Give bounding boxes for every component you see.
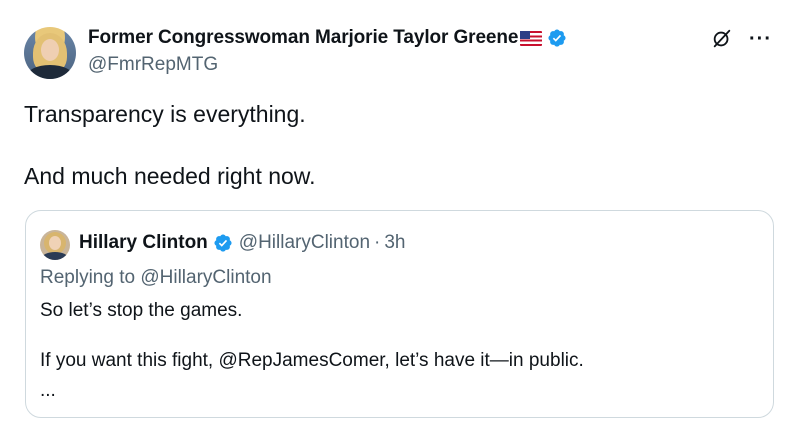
replying-to-mention[interactable]: @HillaryClinton xyxy=(140,267,271,288)
quoted-text-line-1: So let’s stop the games. xyxy=(40,300,243,321)
quoted-author-handle[interactable]: @HillaryClinton xyxy=(239,232,370,254)
tweet-text-line-2: And much needed right now. xyxy=(24,163,316,189)
quoted-timestamp[interactable]: 3h xyxy=(384,232,405,254)
quoted-text-ellipsis: ... xyxy=(40,380,56,401)
author-handle[interactable]: @FmrRepMTG xyxy=(88,54,218,76)
tweet-text-line-1: Transparency is everything. xyxy=(24,101,306,127)
quoted-author-avatar[interactable] xyxy=(40,230,70,260)
quoted-separator: · xyxy=(374,232,381,253)
tweet-top-actions: ··· xyxy=(711,28,772,50)
avatar-face xyxy=(41,39,59,61)
quoted-author-name[interactable]: Hillary Clinton xyxy=(79,232,208,254)
author-name-row[interactable]: Former Congresswoman Marjorie Taylor Gre… xyxy=(88,27,567,49)
more-options-icon[interactable]: ··· xyxy=(749,29,772,49)
author-avatar[interactable] xyxy=(24,27,76,79)
grok-icon[interactable] xyxy=(711,28,733,50)
quoted-verified-badge-icon xyxy=(214,234,232,252)
quoted-tweet-text: So let’s stop the games. If you want thi… xyxy=(40,299,584,402)
tweet-text: Transparency is everything. And much nee… xyxy=(24,100,316,190)
us-flag-icon xyxy=(520,30,543,46)
avatar-shoulders xyxy=(26,65,74,79)
quoted-tweet-card[interactable]: Hillary Clinton @HillaryClinton · 3h Rep… xyxy=(25,210,774,418)
verified-badge-icon xyxy=(548,29,566,47)
quoted-replying-to: Replying to @HillaryClinton xyxy=(40,267,272,289)
replying-to-prefix: Replying to xyxy=(40,267,141,288)
quoted-text-line-2: If you want this fight, @RepJamesComer, … xyxy=(40,350,584,371)
author-display-name[interactable]: Former Congresswoman Marjorie Taylor Gre… xyxy=(88,27,518,49)
quoted-header: Hillary Clinton @HillaryClinton · 3h xyxy=(79,232,405,254)
